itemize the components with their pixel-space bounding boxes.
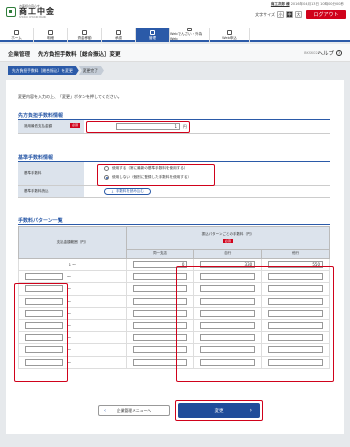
logo-mark-icon xyxy=(6,6,16,17)
page-category: 企業管理 xyxy=(8,52,31,58)
col-same-branch: 同一支店 xyxy=(125,248,195,260)
last-login: 2016年04月13日 10時00分00秒 xyxy=(290,2,344,6)
font-size-medium-button[interactable]: 中 xyxy=(286,11,293,18)
highlight-range-inputs xyxy=(14,283,68,382)
font-size-large-button[interactable]: 大 xyxy=(295,11,302,18)
highlight-submit xyxy=(175,400,263,421)
font-size-label: 文字サイズ xyxy=(255,11,275,17)
section-divider xyxy=(18,224,330,225)
required-badge: 必須 xyxy=(69,123,80,128)
section-heading-fee-patterns: 手数料パターン一覧 xyxy=(18,218,63,224)
management-icon xyxy=(150,30,155,35)
load-fee-button[interactable]: ⇩ 手数料を読み込む xyxy=(104,188,151,195)
nav-home[interactable]: ホーム xyxy=(0,28,34,42)
step-complete: 変更完了 xyxy=(79,66,104,75)
logout-button[interactable]: ログアウト xyxy=(306,10,346,19)
font-size-control: 文字サイズ 小 中 大 xyxy=(255,11,302,18)
page-title: 企業管理 先方負担手数料［総合振込］変更 xyxy=(8,50,121,58)
col-other-bank: 他行 xyxy=(261,248,330,260)
required-badge: 必須 xyxy=(222,239,233,244)
min-payment-label: 適用最低支払金額 必須 xyxy=(18,120,84,133)
help-icon: ? xyxy=(336,50,342,56)
download-icon: ⇩ xyxy=(111,189,114,194)
standard-fee-label: 基準手数料 xyxy=(18,162,84,185)
nav-management[interactable]: 管理 xyxy=(136,28,170,42)
nav-transfer[interactable]: 資金移動 xyxy=(68,28,102,42)
load-fee-row: 基準手数料読込 ⇩ 手数料を読み込む xyxy=(18,186,330,198)
section-heading-fee-info: 先方負担手数料情報 xyxy=(18,113,64,119)
load-fee-label: 基準手数料読込 xyxy=(18,186,84,197)
app-header: お客様の真心を 商工中金 SHOKO CHUKIN BANK 商工次郎 様 20… xyxy=(0,0,350,28)
user-info: 商工次郎 様 2016年04月13日 10時00分00秒 xyxy=(271,2,344,7)
nav-web-apply[interactable]: Web申込 xyxy=(210,28,250,42)
col-payment-range: 支払金額範囲（円） xyxy=(18,226,127,259)
global-nav: ホーム 明細 資金移動 承認 管理 Webでんさい・外為Web Web申込 xyxy=(0,28,350,42)
chevron-left-icon: ‹ xyxy=(104,407,106,414)
range-upper-input[interactable] xyxy=(25,273,63,281)
bank-logo[interactable]: お客様の真心を 商工中金 SHOKO CHUKIN BANK xyxy=(6,4,55,19)
nav-approval[interactable]: 承認 xyxy=(102,28,136,42)
home-icon xyxy=(14,30,19,35)
range-cell: ～ xyxy=(18,270,127,284)
approval-icon xyxy=(116,30,121,35)
col-own-bank: 自行 xyxy=(193,248,263,260)
section-heading-standard-fee: 基準手数料情報 xyxy=(18,155,54,161)
transfer-icon xyxy=(82,30,87,35)
instruction-text: 変更内容を入力の上、「変更」ボタンを押してください。 xyxy=(18,94,122,99)
main-panel: 変更内容を入力の上、「変更」ボタンを押してください。 先方負担手数料情報 適用最… xyxy=(6,80,344,434)
densai-icon xyxy=(187,28,192,31)
nav-densai[interactable]: Webでんさい・外為Web xyxy=(170,28,210,42)
font-size-small-button[interactable]: 小 xyxy=(277,11,284,18)
logo-name: 商工中金 xyxy=(19,7,55,16)
statement-icon xyxy=(48,30,53,35)
help-link[interactable]: ヘルプ? xyxy=(317,49,342,57)
user-name[interactable]: 商工次郎 様 xyxy=(271,2,290,6)
web-apply-icon xyxy=(227,30,232,35)
highlight-fee-inputs xyxy=(176,266,334,382)
step-change: 先方負担手数料［総合振込］を変更 xyxy=(8,66,79,75)
col-transfer-fee: 振込パターンごとの手数料（円） 必須 xyxy=(125,226,331,250)
range-cell: 1 ～ xyxy=(18,257,127,272)
page-title-text: 先方負担手数料［総合振込］変更 xyxy=(38,52,121,58)
progress-steps: 先方負担手数料［総合振込］を変更 変更完了 xyxy=(8,66,104,75)
logo-english: SHOKO CHUKIN BANK xyxy=(19,16,47,19)
back-to-menu-button[interactable]: ‹ 企業管理メニューへ xyxy=(98,405,170,416)
title-bar: 企業管理 先方負担手数料［総合振込］変更 BKSK022 ヘルプ? xyxy=(0,44,350,62)
nav-statements[interactable]: 明細 xyxy=(34,28,68,42)
highlight-standard-fee xyxy=(97,164,215,186)
highlight-min-payment xyxy=(86,121,190,133)
